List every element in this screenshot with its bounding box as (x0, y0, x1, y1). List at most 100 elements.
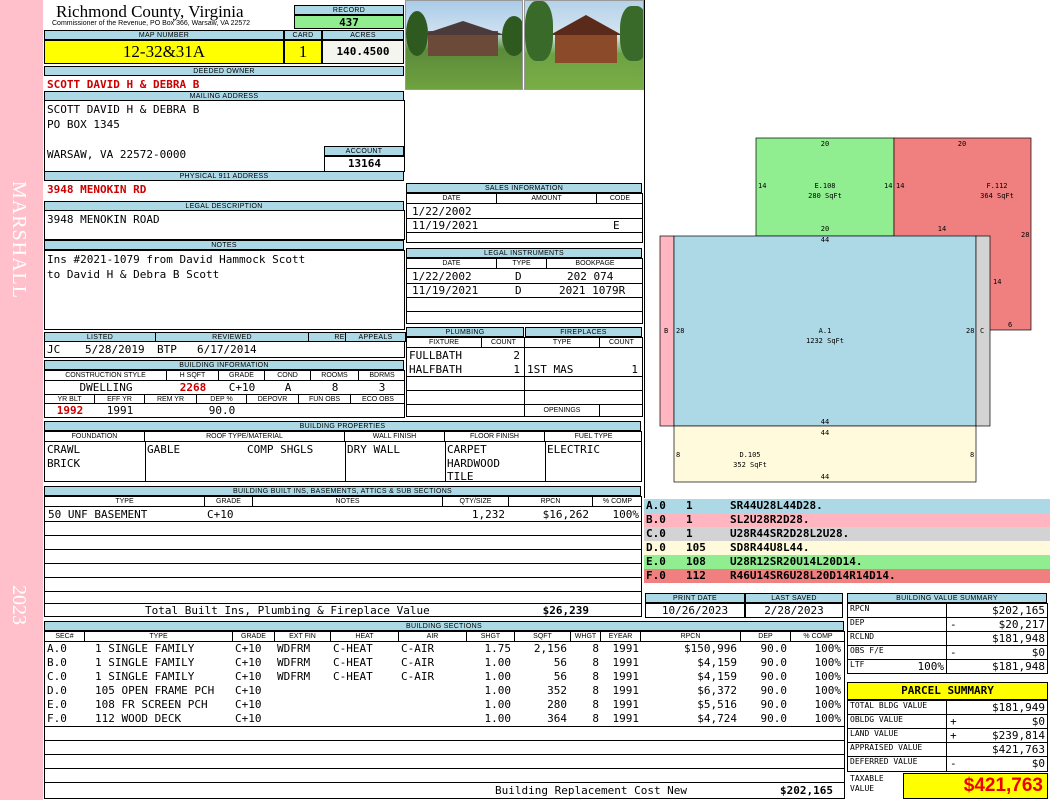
section-cell-eyear: 1991 (612, 670, 640, 683)
dim-e-left: 14 (758, 182, 766, 190)
parcel-value: $421,763 (992, 743, 1045, 756)
vector-row: C.0 1 U28R44SR2D28L2U28. (644, 527, 1050, 541)
instruments-table: DATE TYPE BOOKPAGE 1/22/2002 D 202 074 1… (406, 258, 643, 324)
roof-material: COMP SHGLS (247, 443, 314, 456)
listed-date: 5/28/2019 (85, 343, 145, 356)
sketch-label-e: E.108 (814, 182, 835, 190)
section-cell-grade: C+10 (235, 670, 262, 683)
builtins-total: $26,239 (542, 604, 589, 617)
plumbing-fixture: HALFBATH (409, 363, 462, 376)
appeals-header: APPEALS (345, 332, 406, 342)
section-cell-eyear: 1991 (612, 656, 640, 669)
instr-col-type: TYPE (497, 259, 547, 269)
section-cell-air: C-AIR (401, 670, 435, 683)
sec-col: EXT FIN (275, 632, 331, 642)
dim-e-right: 14 (884, 182, 892, 190)
notes-header: NOTES (44, 240, 404, 250)
dim-a-left: 28 (676, 327, 684, 335)
section-cell-type: 108 FR SCREEN PCH (95, 698, 208, 711)
parcel-value: $239,814 (992, 729, 1045, 742)
sec-col: WHGT (571, 632, 601, 642)
section-cell-grade: C+10 (235, 656, 262, 669)
section-cell-sqft: 56 (553, 656, 567, 669)
effective-year: 1991 (106, 404, 134, 417)
reviewed-by: BTP (157, 343, 177, 356)
section-cell-rpcn: $4,724 (697, 712, 737, 725)
parcel-value: $181,949 (992, 701, 1045, 714)
commissioner-line: Commissioner of the Revenue, PO Box 366,… (52, 20, 251, 27)
col-wall: WALL FINISH (345, 432, 445, 442)
section-cell-whgt: 8 (592, 642, 599, 655)
parcel-summary-table: TOTAL BLDG VALUE $181,949 OBLDG VALUE + $0 LA… (847, 700, 1048, 772)
builtins-col-type: TYPE (45, 497, 205, 507)
builtin-qty: 1,232 (471, 508, 505, 521)
section-cell-rpcn: $4,159 (697, 656, 737, 669)
section-cell-type: 105 OPEN FRAME PCH (95, 684, 215, 697)
section-cell-whgt: 8 (592, 656, 599, 669)
county-title: Richmond County, Virginia (56, 2, 244, 21)
value-summary-label: RPCN (850, 604, 870, 613)
sales-table: DATE AMOUNT CODE 1/22/2002 11/19/2021 E (406, 193, 643, 243)
value-summary-value: $20,217 (998, 618, 1045, 631)
section-cell-air: C-AIR (401, 656, 435, 669)
dim-d-left: 8 (676, 451, 680, 459)
side-banner (0, 0, 43, 800)
value-summary-value: $202,165 (992, 604, 1045, 617)
parcel-label: APPRAISED VALUE (850, 743, 923, 752)
section-cell-type: 1 SINGLE FAMILY (95, 670, 195, 683)
section-cell-dep: 90.0 (760, 656, 788, 669)
plumbing-count: 2 (513, 349, 520, 362)
fireplace-col-type: TYPE (525, 338, 600, 348)
floor-finish: TILE (447, 470, 474, 483)
sec-col: AIR (399, 632, 467, 642)
section-cell-type: 112 WOOD DECK (95, 712, 182, 725)
builtin-rpcn: $16,262 (542, 508, 589, 521)
section-cell-heat: C-HEAT (333, 670, 373, 683)
section-cell-grade: C+10 (235, 712, 262, 725)
sec-col: HEAT (331, 632, 399, 642)
parcel-summary-row: OBLDG VALUE + $0 (848, 715, 1047, 729)
foundation-value: CRAWL (47, 443, 81, 456)
dim-e-top: 20 (821, 140, 829, 148)
rooms-value: 8 (331, 381, 339, 394)
section-cell-comp: 100% (814, 684, 842, 697)
section-cell-sec: A.0 (47, 642, 67, 655)
sec-col: SHGT (467, 632, 515, 642)
section-cell-sqft: 56 (553, 670, 567, 683)
sketch-label-c: C (980, 327, 984, 335)
sections-total: $202,165 (780, 784, 833, 797)
dim-d-right: 8 (970, 451, 974, 459)
value-summary-table: RPCN $202,165 DEP - $20,217 RCLND $181,948 OBS … (847, 603, 1048, 674)
parcel-value: $0 (1031, 715, 1045, 728)
section-cell-sec: F.0 (47, 712, 67, 725)
house-photo-side (524, 0, 644, 90)
section-cell-shgt: 1.00 (484, 670, 512, 683)
section-cell-rpcn: $150,996 (684, 642, 737, 655)
floor-finish: HARDWOOD (447, 457, 500, 470)
dim-f-inner: 14 (938, 225, 946, 233)
value-summary-value: $181,948 (992, 660, 1045, 673)
year-built: 1992 (56, 404, 84, 417)
sec-col: SQFT (515, 632, 571, 642)
parcel-summary-row: APPRAISED VALUE $421,763 (848, 743, 1047, 757)
parcel-summary-row: DEFERRED VALUE - $0 (848, 757, 1047, 771)
grade-value: C+10 (228, 381, 256, 394)
floor-finish: CARPET (447, 443, 487, 456)
dim-a-right: 28 (966, 327, 974, 335)
record-number: 437 (294, 15, 404, 29)
dim-d-bottom: 44 (821, 473, 829, 481)
col-foundation: FOUNDATION (45, 432, 145, 442)
account-header: ACCOUNT (324, 146, 404, 156)
dim-d-top: 44 (821, 429, 829, 437)
col-fuel: FUEL TYPE (545, 432, 642, 442)
sales-row-code: E (613, 219, 620, 232)
parcel-summary-header: PARCEL SUMMARY (847, 682, 1048, 700)
value-summary-label: RCLND (850, 632, 875, 641)
col-grade: GRADE (219, 371, 265, 381)
sec-col: TYPE (85, 632, 233, 642)
physical-address-header: PHYSICAL 911 ADDRESS (44, 171, 404, 181)
wall-finish: DRY WALL (347, 443, 400, 456)
instr-col-date: DATE (407, 259, 497, 269)
dim-f-right: 28 (1021, 231, 1029, 239)
record-header: RECORD (294, 5, 404, 15)
